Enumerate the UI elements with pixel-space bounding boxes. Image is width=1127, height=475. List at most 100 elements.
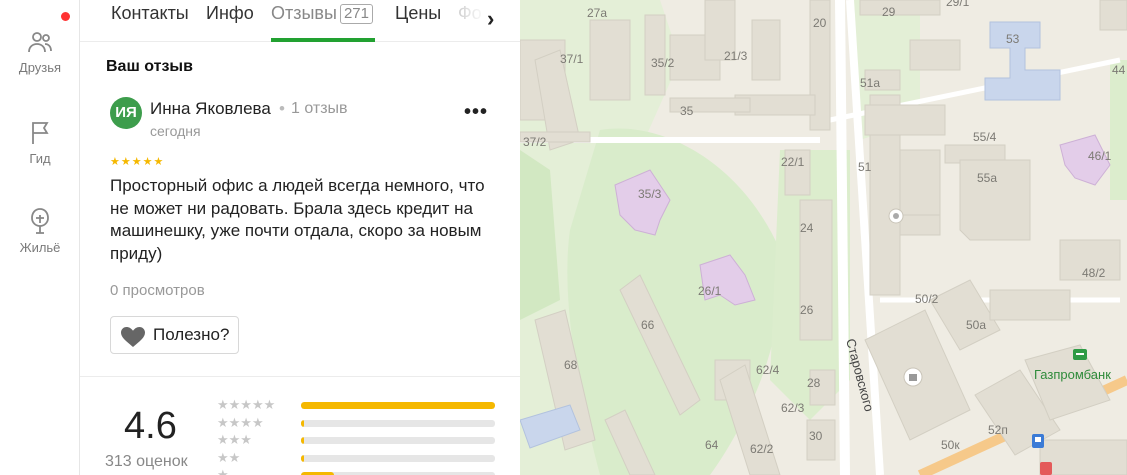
left-rail: Друзья Гид Жильё [0,0,80,475]
bank-marker[interactable] [1073,349,1087,360]
rating-distribution-row: ★★★★ [217,415,497,431]
building-label: 62/4 [756,363,780,377]
building-label: 53 [1006,32,1020,46]
building-label: 50к [941,438,960,452]
building-label: 27а [587,6,607,20]
building-label: 24 [800,221,814,235]
useful-label: Полезно? [153,325,230,344]
distribution-bar-track [301,437,495,444]
building-label: 46/1 [1088,149,1112,163]
distribution-stars: ★ [217,467,229,475]
distribution-stars: ★★ [217,450,241,465]
building-label: 66 [641,318,655,332]
building-label: 22/1 [781,155,805,169]
rating-value: 4.6 [124,405,177,447]
tabs-next-arrow-icon[interactable]: › [487,6,494,32]
building-label: 35 [680,104,694,118]
distribution-bar-fill [301,402,495,409]
distribution-bar-fill [301,420,304,427]
building-label: 64 [705,438,719,452]
building-label: 35/3 [638,187,662,201]
bus-stop-icon[interactable] [1032,434,1044,448]
divider [80,376,520,377]
tab-label: Инфо [206,3,254,23]
building-label: 21/3 [724,49,748,63]
poi-label[interactable]: Газпромбанк [1034,367,1111,382]
tab-label: Цены [395,3,442,23]
building-label: 62/3 [781,401,805,415]
building-label: 26 [800,303,814,317]
building-label: 55/4 [973,130,997,144]
rating-distribution-row: ★★★★★ [217,397,497,413]
friends-icon [28,32,52,53]
rail-item-label: Жильё [19,240,61,255]
review-date: сегодня [150,123,201,139]
building-label: 55а [977,171,997,185]
rating-count: 313 оценок [105,453,188,470]
building-label: 50/2 [915,292,939,306]
rail-item-label: Гид [29,151,51,166]
tab-contacts[interactable]: Контакты [111,3,189,24]
tab-prices[interactable]: Цены [395,3,441,24]
building-label: 30 [809,429,823,443]
building-label: 50а [966,318,986,332]
building-label: 51 [858,160,872,174]
building-label: 51а [860,76,880,90]
section-title: Ваш отзыв [106,58,193,75]
rating-distribution-row: ★ [217,467,497,475]
building-label: 62/2 [750,442,774,456]
bus-stop-icon[interactable] [1040,462,1052,475]
building-label: 44 [1112,63,1126,77]
views-count: 0 просмотров [110,282,205,299]
tabs-bar: Контакты Инфо Отзывы271 Цены Фо › [80,0,520,42]
rating-distribution-row: ★★★ [217,432,497,448]
heart-icon [121,327,145,347]
building-label: 29 [882,5,896,19]
tab-label: Контакты [111,3,189,23]
building-label: 29/1 [946,0,970,9]
distribution-bar-track [301,455,495,462]
reviews-count-badge: 271 [339,4,373,24]
author-name[interactable]: Инна Яковлева [150,99,271,119]
distribution-bar-fill [301,455,304,462]
tab-reviews[interactable]: Отзывы 271 [271,3,373,24]
map[interactable]: 27а 20 29 29/1 37/1 35/2 21/3 53 44 35 5… [520,0,1127,475]
distribution-stars: ★★★★ [217,415,264,430]
building-label: 35/2 [651,56,675,70]
building-label: 52п [988,423,1008,437]
avatar[interactable]: ИЯ [110,97,142,129]
distribution-stars: ★★★ [217,432,252,447]
tabs-fade [456,0,486,40]
rail-item-guide[interactable]: Гид [0,119,80,166]
map-canvas[interactable]: 27а 20 29 29/1 37/1 35/2 21/3 53 44 35 5… [520,0,1127,475]
review-text: Просторный офис а людей всегда немного, … [110,176,485,263]
review-stars: ★★★★★ [110,156,165,168]
distribution-stars: ★★★★★ [217,397,276,412]
tab-label: Отзывы [271,3,337,23]
rail-item-housing[interactable]: Жильё [0,206,80,255]
useful-button[interactable]: Полезно? [110,316,239,354]
building-label: 20 [813,16,827,30]
author-review-count: 1 отзыв [291,100,348,117]
author-separator: • [279,99,285,118]
building-label: 28 [807,376,821,390]
house-icon [31,208,49,234]
building-label: 48/2 [1082,266,1106,280]
building-label: 37/1 [560,52,584,66]
more-options-icon[interactable]: ••• [464,101,488,124]
org-panel: Контакты Инфо Отзывы271 Цены Фо › Ваш от… [80,0,520,475]
distribution-bar-track [301,420,495,427]
building-label: 37/2 [523,135,547,149]
notification-dot [61,12,70,21]
building-label: 26/1 [698,284,722,298]
distribution-bar-fill [301,437,304,444]
rating-distribution-row: ★★ [217,450,497,466]
landmark-icon[interactable] [888,208,904,224]
flag-icon [32,122,49,144]
tab-info[interactable]: Инфо [206,3,254,24]
shop-icon[interactable] [903,367,923,387]
rail-item-friends[interactable]: Друзья [0,28,80,75]
active-tab-indicator [271,38,375,42]
distribution-bar-track [301,402,495,409]
rail-item-label: Друзья [18,60,62,75]
